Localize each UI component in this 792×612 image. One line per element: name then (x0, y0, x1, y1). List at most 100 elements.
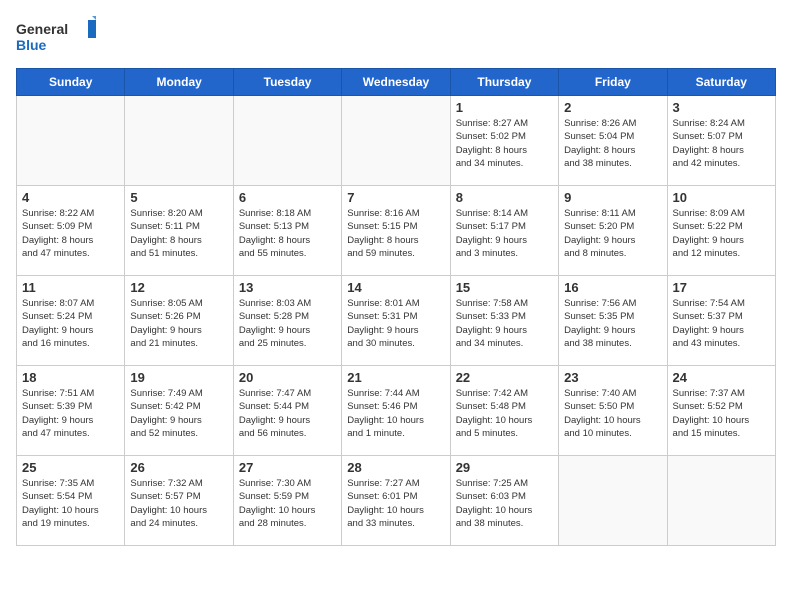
cell-info: Sunrise: 8:09 AM Sunset: 5:22 PM Dayligh… (673, 207, 770, 260)
cell-info: Sunrise: 7:54 AM Sunset: 5:37 PM Dayligh… (673, 297, 770, 350)
calendar-cell: 12Sunrise: 8:05 AM Sunset: 5:26 PM Dayli… (125, 276, 233, 366)
cell-info: Sunrise: 8:07 AM Sunset: 5:24 PM Dayligh… (22, 297, 119, 350)
calendar-cell (125, 96, 233, 186)
day-number: 24 (673, 370, 770, 385)
cell-info: Sunrise: 7:40 AM Sunset: 5:50 PM Dayligh… (564, 387, 661, 440)
weekday-header-tuesday: Tuesday (233, 69, 341, 96)
calendar-cell: 26Sunrise: 7:32 AM Sunset: 5:57 PM Dayli… (125, 456, 233, 546)
header: General Blue (16, 16, 776, 60)
day-number: 20 (239, 370, 336, 385)
day-number: 4 (22, 190, 119, 205)
weekday-header-saturday: Saturday (667, 69, 775, 96)
calendar-cell: 11Sunrise: 8:07 AM Sunset: 5:24 PM Dayli… (17, 276, 125, 366)
day-number: 28 (347, 460, 444, 475)
cell-info: Sunrise: 7:44 AM Sunset: 5:46 PM Dayligh… (347, 387, 444, 440)
cell-info: Sunrise: 8:22 AM Sunset: 5:09 PM Dayligh… (22, 207, 119, 260)
calendar-cell: 4 Sunrise: 8:22 AM Sunset: 5:09 PM Daylig… (17, 186, 125, 276)
cell-info: Sunrise: 8:24 AM Sunset: 5:07 PM Dayligh… (673, 117, 770, 170)
calendar-cell (667, 456, 775, 546)
svg-text:General: General (16, 21, 68, 37)
calendar-week-4: 25 Sunrise: 7:35 AM Sunset: 5:54 PM Dayli… (17, 456, 776, 546)
weekday-header-row: SundayMondayTuesdayWednesdayThursdayFrid… (17, 69, 776, 96)
calendar-cell: 22 Sunrise: 7:42 AM Sunset: 5:48 PM Dayli… (450, 366, 558, 456)
cell-info: Sunrise: 7:25 AM Sunset: 6:03 PM Dayligh… (456, 477, 553, 530)
day-number: 26 (130, 460, 227, 475)
calendar-week-1: 4 Sunrise: 8:22 AM Sunset: 5:09 PM Daylig… (17, 186, 776, 276)
day-number: 23 (564, 370, 661, 385)
calendar-cell: 28Sunrise: 7:27 AM Sunset: 6:01 PM Dayli… (342, 456, 450, 546)
day-number: 18 (22, 370, 119, 385)
calendar-cell: 1 Sunrise: 8:27 AM Sunset: 5:02 PM Daylig… (450, 96, 558, 186)
calendar-cell: 27Sunrise: 7:30 AM Sunset: 5:59 PM Dayli… (233, 456, 341, 546)
calendar-cell: 3 Sunrise: 8:24 AM Sunset: 5:07 PM Daylig… (667, 96, 775, 186)
cell-info: Sunrise: 7:42 AM Sunset: 5:48 PM Dayligh… (456, 387, 553, 440)
calendar-cell: 29Sunrise: 7:25 AM Sunset: 6:03 PM Dayli… (450, 456, 558, 546)
cell-info: Sunrise: 8:26 AM Sunset: 5:04 PM Dayligh… (564, 117, 661, 170)
day-number: 6 (239, 190, 336, 205)
day-number: 13 (239, 280, 336, 295)
day-number: 27 (239, 460, 336, 475)
calendar-cell: 7Sunrise: 8:16 AM Sunset: 5:15 PM Daylig… (342, 186, 450, 276)
cell-info: Sunrise: 8:03 AM Sunset: 5:28 PM Dayligh… (239, 297, 336, 350)
day-number: 22 (456, 370, 553, 385)
calendar-cell: 23 Sunrise: 7:40 AM Sunset: 5:50 PM Dayli… (559, 366, 667, 456)
day-number: 9 (564, 190, 661, 205)
weekday-header-sunday: Sunday (17, 69, 125, 96)
calendar-cell (17, 96, 125, 186)
cell-info: Sunrise: 7:49 AM Sunset: 5:42 PM Dayligh… (130, 387, 227, 440)
weekday-header-thursday: Thursday (450, 69, 558, 96)
day-number: 12 (130, 280, 227, 295)
day-number: 5 (130, 190, 227, 205)
calendar-cell: 24 Sunrise: 7:37 AM Sunset: 5:52 PM Dayli… (667, 366, 775, 456)
cell-info: Sunrise: 8:18 AM Sunset: 5:13 PM Dayligh… (239, 207, 336, 260)
day-number: 3 (673, 100, 770, 115)
cell-info: Sunrise: 8:14 AM Sunset: 5:17 PM Dayligh… (456, 207, 553, 260)
day-number: 19 (130, 370, 227, 385)
calendar-cell: 20 Sunrise: 7:47 AM Sunset: 5:44 PM Dayli… (233, 366, 341, 456)
day-number: 17 (673, 280, 770, 295)
weekday-header-friday: Friday (559, 69, 667, 96)
cell-info: Sunrise: 8:27 AM Sunset: 5:02 PM Dayligh… (456, 117, 553, 170)
calendar-cell: 2 Sunrise: 8:26 AM Sunset: 5:04 PM Daylig… (559, 96, 667, 186)
cell-info: Sunrise: 8:20 AM Sunset: 5:11 PM Dayligh… (130, 207, 227, 260)
calendar-cell: 16Sunrise: 7:56 AM Sunset: 5:35 PM Dayli… (559, 276, 667, 366)
calendar-cell: 14 Sunrise: 8:01 AM Sunset: 5:31 PM Dayli… (342, 276, 450, 366)
cell-info: Sunrise: 8:01 AM Sunset: 5:31 PM Dayligh… (347, 297, 444, 350)
day-number: 25 (22, 460, 119, 475)
calendar-cell: 6 Sunrise: 8:18 AM Sunset: 5:13 PM Daylig… (233, 186, 341, 276)
day-number: 7 (347, 190, 444, 205)
calendar-table: SundayMondayTuesdayWednesdayThursdayFrid… (16, 68, 776, 546)
calendar-cell: 19 Sunrise: 7:49 AM Sunset: 5:42 PM Dayli… (125, 366, 233, 456)
logo: General Blue (16, 16, 96, 60)
cell-info: Sunrise: 7:58 AM Sunset: 5:33 PM Dayligh… (456, 297, 553, 350)
cell-info: Sunrise: 7:51 AM Sunset: 5:39 PM Dayligh… (22, 387, 119, 440)
calendar-cell (233, 96, 341, 186)
cell-info: Sunrise: 8:11 AM Sunset: 5:20 PM Dayligh… (564, 207, 661, 260)
calendar-cell: 13 Sunrise: 8:03 AM Sunset: 5:28 PM Dayli… (233, 276, 341, 366)
day-number: 16 (564, 280, 661, 295)
cell-info: Sunrise: 7:35 AM Sunset: 5:54 PM Dayligh… (22, 477, 119, 530)
day-number: 1 (456, 100, 553, 115)
logo-svg: General Blue (16, 16, 96, 60)
day-number: 21 (347, 370, 444, 385)
calendar-cell: 8 Sunrise: 8:14 AM Sunset: 5:17 PM Daylig… (450, 186, 558, 276)
cell-info: Sunrise: 7:37 AM Sunset: 5:52 PM Dayligh… (673, 387, 770, 440)
calendar-cell: 17 Sunrise: 7:54 AM Sunset: 5:37 PM Dayli… (667, 276, 775, 366)
calendar-cell: 18 Sunrise: 7:51 AM Sunset: 5:39 PM Dayli… (17, 366, 125, 456)
cell-info: Sunrise: 7:47 AM Sunset: 5:44 PM Dayligh… (239, 387, 336, 440)
calendar-week-0: 1 Sunrise: 8:27 AM Sunset: 5:02 PM Daylig… (17, 96, 776, 186)
calendar-cell (559, 456, 667, 546)
day-number: 15 (456, 280, 553, 295)
svg-text:Blue: Blue (16, 37, 47, 53)
calendar-cell (342, 96, 450, 186)
calendar-cell: 10Sunrise: 8:09 AM Sunset: 5:22 PM Dayli… (667, 186, 775, 276)
day-number: 14 (347, 280, 444, 295)
calendar-body: 1 Sunrise: 8:27 AM Sunset: 5:02 PM Daylig… (17, 96, 776, 546)
calendar-week-3: 18 Sunrise: 7:51 AM Sunset: 5:39 PM Dayli… (17, 366, 776, 456)
calendar-week-2: 11Sunrise: 8:07 AM Sunset: 5:24 PM Dayli… (17, 276, 776, 366)
day-number: 2 (564, 100, 661, 115)
day-number: 8 (456, 190, 553, 205)
calendar-cell: 25 Sunrise: 7:35 AM Sunset: 5:54 PM Dayli… (17, 456, 125, 546)
calendar-cell: 9 Sunrise: 8:11 AM Sunset: 5:20 PM Daylig… (559, 186, 667, 276)
weekday-header-monday: Monday (125, 69, 233, 96)
